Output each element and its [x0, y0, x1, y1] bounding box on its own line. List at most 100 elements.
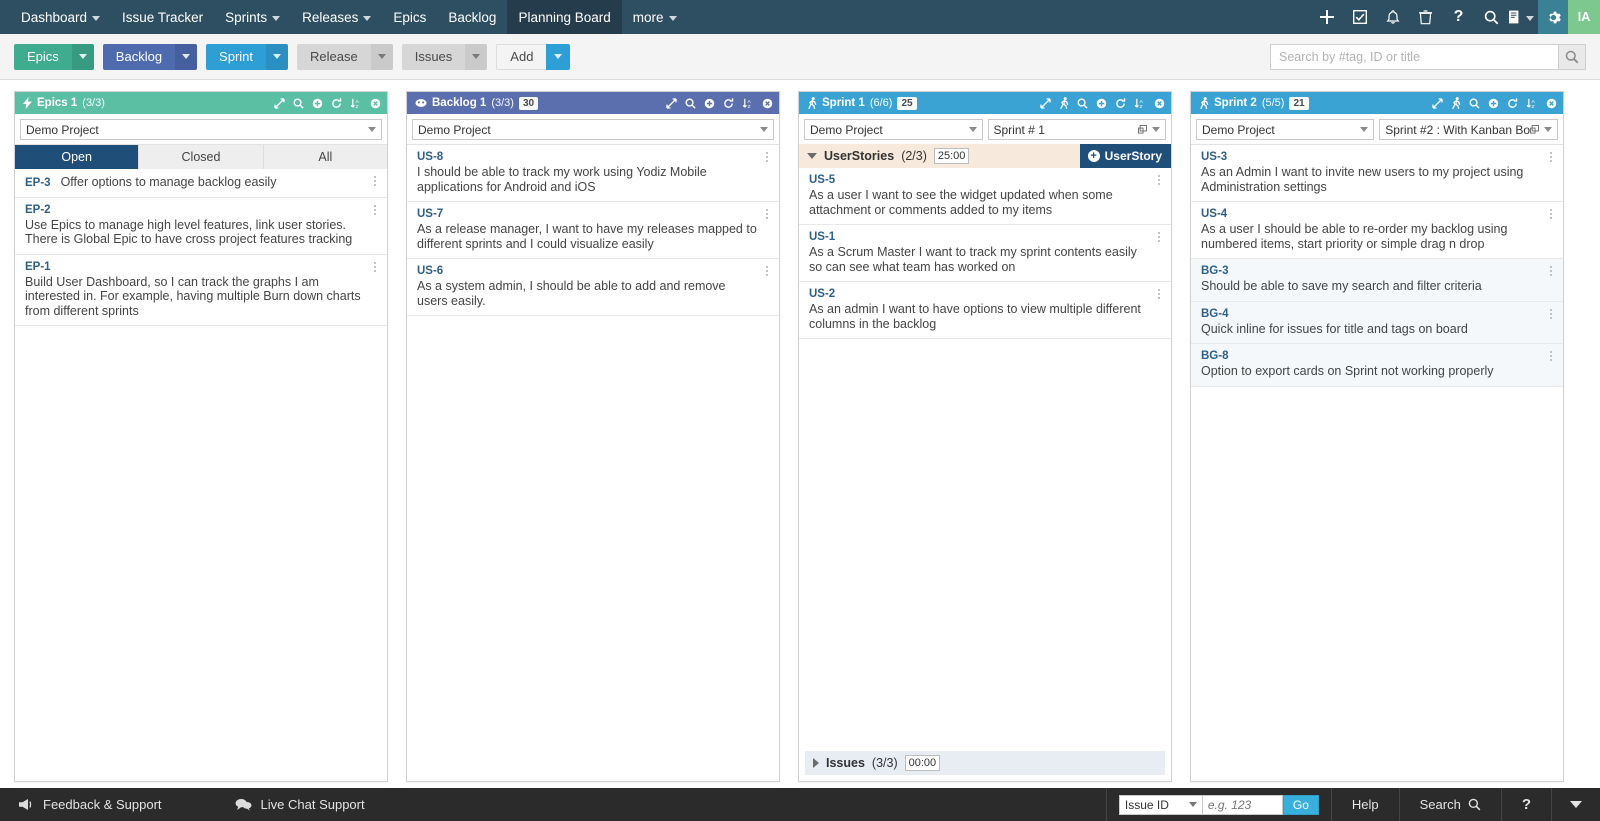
nav-item-issue-tracker[interactable]: Issue Tracker — [111, 0, 214, 34]
add-userstory-button[interactable]: + UserStory — [1079, 144, 1171, 168]
list-item[interactable]: US-5 As a user I want to see the widget … — [799, 168, 1171, 225]
plus-icon[interactable] — [1310, 0, 1343, 34]
list-item[interactable]: EP-2 Use Epics to manage high level feat… — [15, 197, 387, 255]
add-icon[interactable] — [312, 98, 323, 109]
nav-item-backlog[interactable]: Backlog — [437, 0, 507, 34]
search-icon[interactable] — [293, 98, 304, 109]
search-icon[interactable] — [685, 98, 696, 109]
epics-dropdown-toggle[interactable] — [71, 43, 94, 70]
list-item[interactable]: US-8 I should be able to track my work u… — [407, 145, 779, 202]
trash-icon[interactable] — [1409, 0, 1442, 34]
backlog-project-select[interactable]: Demo Project — [412, 119, 774, 140]
sort-icon[interactable]: AZ — [1134, 98, 1146, 109]
list-item[interactable]: US-2 As an admin I want to have options … — [799, 282, 1171, 339]
list-item[interactable]: BG-3 Should be able to save my search an… — [1191, 259, 1563, 302]
release-button-group[interactable]: Release — [297, 43, 393, 70]
nav-item-dashboard[interactable]: Dashboard — [10, 0, 111, 34]
epics-project-select[interactable]: Demo Project — [20, 119, 382, 140]
close-icon[interactable] — [1546, 98, 1557, 109]
live-chat-support-button[interactable]: Live Chat Support — [180, 788, 383, 821]
list-item[interactable]: US-4 As a user I should be able to re-or… — [1191, 202, 1563, 259]
sprint-2-sprint-select[interactable]: Sprint #2 : With Kanban Bo — [1379, 119, 1558, 140]
sprint-button-group[interactable]: Sprint — [206, 43, 289, 70]
card-menu-icon[interactable] — [762, 266, 772, 276]
card-menu-icon[interactable] — [1546, 152, 1556, 162]
chevron-right-icon[interactable] — [813, 758, 819, 768]
search-button[interactable]: Search — [1398, 788, 1501, 821]
pin-icon[interactable] — [1138, 125, 1147, 134]
expand-icon[interactable] — [666, 97, 677, 109]
question-icon[interactable]: ? — [1442, 0, 1475, 34]
sprint-1-drop-area[interactable] — [799, 339, 1171, 745]
refresh-icon[interactable] — [1507, 97, 1518, 109]
card-menu-icon[interactable] — [370, 176, 380, 186]
close-icon[interactable] — [1154, 98, 1165, 109]
go-button[interactable]: Go — [1282, 794, 1319, 815]
search-icon[interactable] — [1469, 98, 1480, 109]
card-menu-icon[interactable] — [1546, 266, 1556, 276]
close-icon[interactable] — [762, 98, 773, 109]
card-menu-icon[interactable] — [370, 204, 380, 215]
issues-button-group[interactable]: Issues — [401, 43, 488, 70]
issues-button[interactable]: Issues — [401, 43, 466, 70]
card-menu-icon[interactable] — [1154, 175, 1164, 185]
checkbox-icon[interactable] — [1343, 0, 1376, 34]
nav-item-more[interactable]: more — [622, 0, 688, 34]
issue-type-select[interactable]: Issue ID — [1118, 794, 1203, 815]
epics-button[interactable]: Epics — [14, 43, 72, 70]
release-dropdown-toggle[interactable] — [370, 43, 393, 70]
tab-open[interactable]: Open — [15, 145, 140, 169]
gear-icon[interactable] — [1538, 0, 1568, 34]
card-menu-icon[interactable] — [762, 209, 772, 219]
sprint-button[interactable]: Sprint — [206, 43, 267, 70]
card-menu-icon[interactable] — [370, 261, 380, 272]
list-item[interactable]: US-1 As a Scrum Master I want to track m… — [799, 225, 1171, 282]
issue-id-input[interactable] — [1202, 794, 1283, 815]
add-icon[interactable] — [704, 98, 715, 109]
card-menu-icon[interactable] — [762, 152, 772, 162]
issues-dropdown-toggle[interactable] — [465, 43, 488, 70]
list-item[interactable]: US-6 As a system admin, I should be able… — [407, 259, 779, 316]
card-menu-icon[interactable] — [1154, 232, 1164, 242]
add-icon[interactable] — [1488, 98, 1499, 109]
question-help-button[interactable]: ? — [1500, 788, 1551, 821]
runner-icon[interactable] — [1451, 97, 1461, 109]
sprint-2-project-select[interactable]: Demo Project — [1196, 119, 1375, 140]
avatar[interactable]: IA — [1568, 0, 1600, 34]
sort-icon[interactable]: AZ — [742, 98, 754, 109]
nav-item-planning-board[interactable]: Planning Board — [507, 0, 622, 34]
close-icon[interactable] — [370, 98, 381, 109]
add-button-group[interactable]: Add — [496, 43, 571, 70]
backlog-button-group[interactable]: Backlog — [102, 43, 198, 70]
search-submit-button[interactable] — [1558, 43, 1586, 70]
sprint-dropdown-toggle[interactable] — [266, 43, 289, 70]
report-menu[interactable] — [1508, 0, 1538, 34]
expand-icon[interactable] — [1432, 97, 1443, 109]
add-icon[interactable] — [1096, 98, 1107, 109]
refresh-icon[interactable] — [723, 97, 734, 109]
group-issues[interactable]: Issues (3/3) 00:00 — [805, 751, 1165, 775]
list-item[interactable]: US-7 As a release manager, I want to hav… — [407, 202, 779, 259]
chevron-down-icon[interactable] — [807, 153, 817, 159]
list-item[interactable]: EP-3 Offer options to manage backlog eas… — [15, 169, 387, 198]
list-item[interactable]: EP-1 Build User Dashboard, so I can trac… — [15, 254, 387, 326]
list-item[interactable]: BG-4 Quick inline for issues for title a… — [1191, 301, 1563, 344]
nav-item-releases[interactable]: Releases — [291, 0, 382, 34]
group-userstories[interactable]: UserStories (2/3) 25:00 + UserStory — [799, 144, 1171, 168]
sort-icon[interactable]: AZ — [350, 98, 362, 109]
pin-icon[interactable] — [1530, 125, 1539, 134]
backlog-button[interactable]: Backlog — [102, 43, 176, 70]
backlog-dropdown-toggle[interactable] — [175, 43, 198, 70]
expand-icon[interactable] — [274, 97, 285, 109]
tab-all[interactable]: All — [263, 145, 387, 169]
nav-item-epics[interactable]: Epics — [382, 0, 437, 34]
sort-icon[interactable]: AZ — [1526, 98, 1538, 109]
sprint-1-project-select[interactable]: Demo Project — [804, 119, 983, 140]
feedback-support-button[interactable]: Feedback & Support — [0, 788, 180, 821]
expand-icon[interactable] — [1040, 97, 1051, 109]
search-icon[interactable] — [1077, 98, 1088, 109]
tab-closed[interactable]: Closed — [139, 145, 264, 169]
help-button[interactable]: Help — [1330, 788, 1399, 821]
search-input[interactable] — [1270, 43, 1558, 70]
card-menu-icon[interactable] — [1154, 289, 1164, 299]
